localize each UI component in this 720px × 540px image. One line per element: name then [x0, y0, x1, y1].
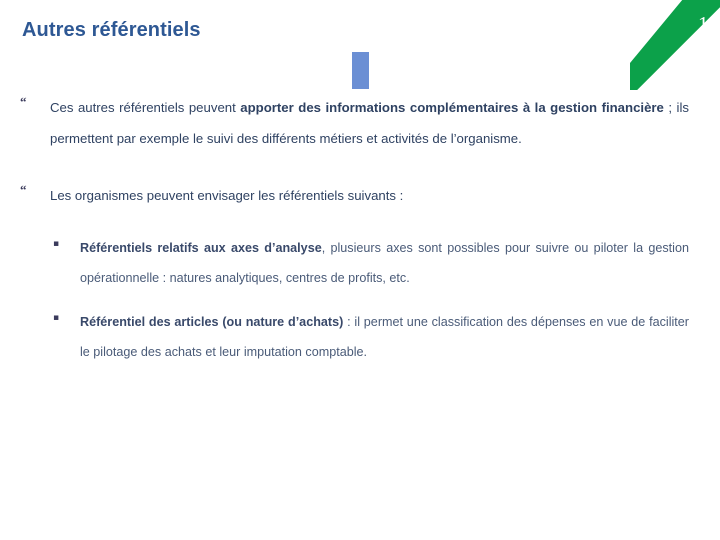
bullet-marker-square-icon: ▪: [53, 239, 60, 249]
sub-bullet-text-1: Référentiels relatifs aux axes d’analyse…: [80, 241, 689, 285]
sub-bullet-item-2: ▪ Référentiel des articles (ou nature d’…: [0, 307, 720, 367]
bullet-marker-quote-icon: “: [20, 94, 27, 109]
bullet-text-1: Ces autres référentiels peuvent apporter…: [50, 100, 689, 146]
green-diagonal-band: [630, 0, 720, 90]
bullet-item-2: “ Les organismes peuvent envisager les r…: [0, 180, 720, 211]
sub-bullet-item-1: ▪ Référentiels relatifs aux axes d’analy…: [0, 233, 720, 293]
bullet-item-1: “ Ces autres référentiels peuvent apport…: [0, 92, 720, 154]
blue-accent-rectangle: [352, 52, 369, 89]
slide-canvas: 1 Autres référentiels “ Ces autres référ…: [0, 0, 720, 540]
corner-banner: 1: [630, 0, 720, 90]
slide-number: 1: [698, 12, 709, 36]
sub-bullet-text-2: Référentiel des articles (ou nature d’ac…: [80, 315, 689, 359]
slide-body: “ Ces autres référentiels peuvent apport…: [0, 92, 720, 381]
bullet-marker-quote-icon: “: [20, 182, 27, 197]
page-title: Autres référentiels: [22, 19, 201, 41]
bullet-text-2: Les organismes peuvent envisager les réf…: [50, 188, 404, 203]
bullet-marker-square-icon: ▪: [53, 313, 60, 323]
